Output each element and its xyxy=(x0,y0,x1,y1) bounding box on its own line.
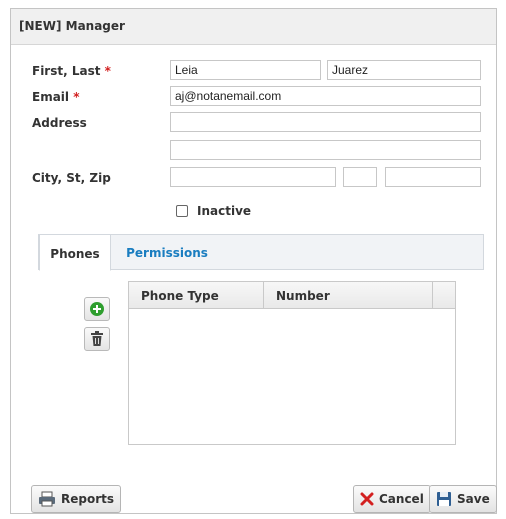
required-marker: * xyxy=(73,90,80,104)
add-phone-button[interactable] xyxy=(84,297,110,321)
column-phone-type[interactable]: Phone Type xyxy=(129,282,264,308)
address-line2-input[interactable] xyxy=(170,140,481,160)
add-circle-icon xyxy=(90,302,104,316)
tab-bar: Phones Permissions xyxy=(38,234,484,271)
tab-phones[interactable]: Phones xyxy=(39,234,111,271)
address-label: Address xyxy=(32,116,87,130)
column-spacer xyxy=(433,282,455,308)
dialog-titlebar: [NEW] Manager xyxy=(11,9,496,45)
phones-grid: Phone Type Number xyxy=(128,281,456,445)
email-label: Email * xyxy=(32,90,80,104)
reports-button[interactable]: Reports xyxy=(31,485,122,513)
trash-icon xyxy=(91,331,103,346)
cancel-button[interactable]: Cancel xyxy=(353,485,431,513)
cancel-label: Cancel xyxy=(379,492,424,506)
zip-input[interactable] xyxy=(385,167,481,187)
email-input[interactable]: aj@notanemail.com xyxy=(170,86,481,106)
city-st-zip-label: City, St, Zip xyxy=(32,171,111,185)
city-input[interactable] xyxy=(170,167,336,187)
address-line1-input[interactable] xyxy=(170,112,481,132)
column-number[interactable]: Number xyxy=(264,282,433,308)
reports-label: Reports xyxy=(61,492,115,506)
floppy-disk-icon xyxy=(437,492,451,506)
manager-dialog: [NEW] Manager First, Last * Leia Juarez … xyxy=(10,8,497,514)
last-name-input[interactable]: Juarez xyxy=(327,60,481,80)
printer-icon xyxy=(39,491,55,507)
first-name-input[interactable]: Leia xyxy=(170,60,321,80)
save-label: Save xyxy=(457,492,490,506)
delete-phone-button[interactable] xyxy=(84,327,110,351)
save-button[interactable]: Save xyxy=(429,485,497,513)
grid-header: Phone Type Number xyxy=(129,282,455,309)
required-marker: * xyxy=(104,64,111,78)
inactive-checkbox[interactable] xyxy=(176,205,188,217)
tab-permissions[interactable]: Permissions xyxy=(119,234,215,271)
inactive-label: Inactive xyxy=(197,204,252,218)
x-icon xyxy=(360,492,374,506)
state-input[interactable] xyxy=(343,167,377,187)
dialog-title: [NEW] Manager xyxy=(19,19,125,33)
first-last-label: First, Last * xyxy=(32,64,111,78)
